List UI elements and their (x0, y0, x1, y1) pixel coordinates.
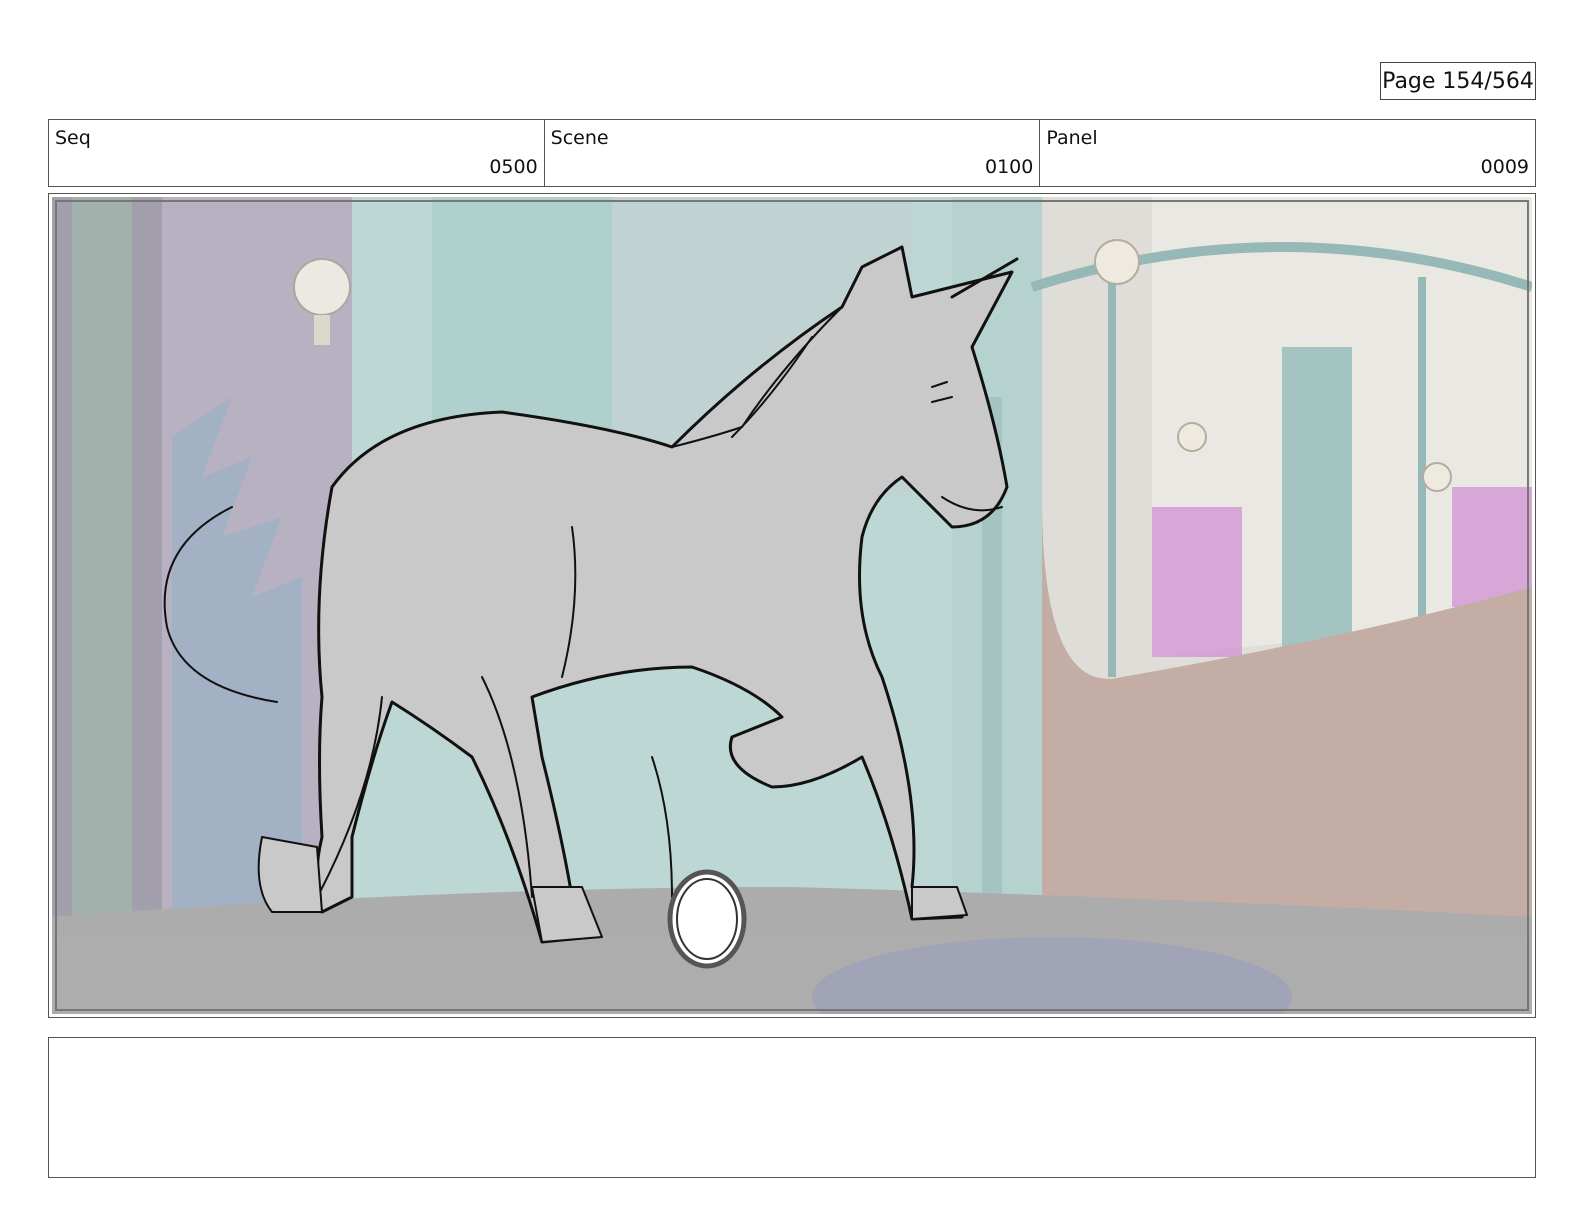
seq-label: Seq (55, 127, 91, 149)
notes-box (48, 1037, 1536, 1178)
seq-cell: Seq 0500 (49, 120, 545, 186)
seq-value: 0500 (489, 156, 538, 178)
scene-value: 0100 (984, 156, 1034, 178)
storyboard-frame (48, 193, 1536, 1018)
panel-label: Panel (1046, 127, 1098, 149)
page-number-label: Page 154/564 (1382, 68, 1534, 94)
scene-label: Scene (550, 127, 609, 149)
page-number: Page 154/564 (1380, 62, 1536, 100)
panel-value: 0009 (1480, 156, 1530, 178)
storyboard-image (52, 197, 1532, 1014)
panel-cell: Panel 0009 (1040, 120, 1535, 186)
scene-cell: Scene 0100 (545, 120, 1041, 186)
panel-header: Seq 0500 Scene 0100 Panel 0009 (48, 119, 1536, 187)
